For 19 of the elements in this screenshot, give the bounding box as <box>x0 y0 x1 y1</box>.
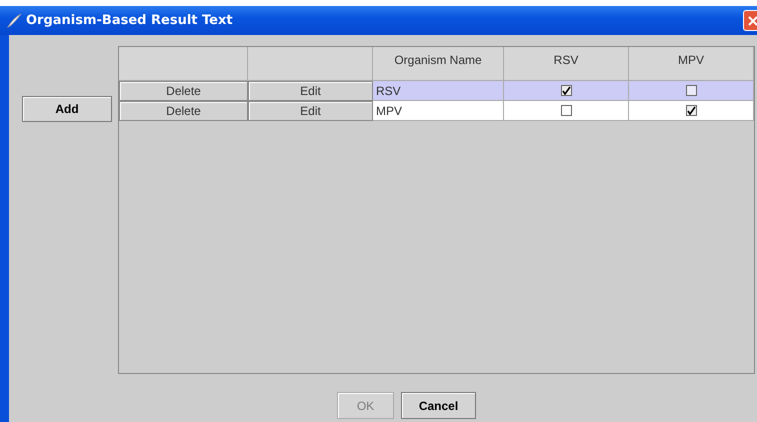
edit-button[interactable]: Edit <box>248 101 373 121</box>
add-button[interactable]: Add <box>22 96 112 122</box>
cancel-button[interactable]: Cancel <box>401 392 476 419</box>
close-icon <box>748 16 757 26</box>
column-header: MPV <box>629 47 754 81</box>
checkbox[interactable] <box>686 105 696 116</box>
window-title: Organism-Based Result Text <box>26 13 233 28</box>
table-cell: RSV <box>373 81 504 101</box>
column-header: Organism Name <box>373 47 504 81</box>
feather-icon <box>6 12 22 28</box>
delete-button[interactable]: Delete <box>119 81 248 101</box>
checkbox[interactable] <box>560 85 572 96</box>
close-button[interactable] <box>743 10 757 31</box>
delete-button[interactable]: Delete <box>119 101 248 121</box>
table-cell: MPV <box>373 101 504 121</box>
checkbox[interactable] <box>686 85 696 96</box>
edit-button[interactable]: Edit <box>248 81 373 101</box>
column-header: RSV <box>504 47 629 81</box>
checkbox[interactable] <box>560 105 572 116</box>
